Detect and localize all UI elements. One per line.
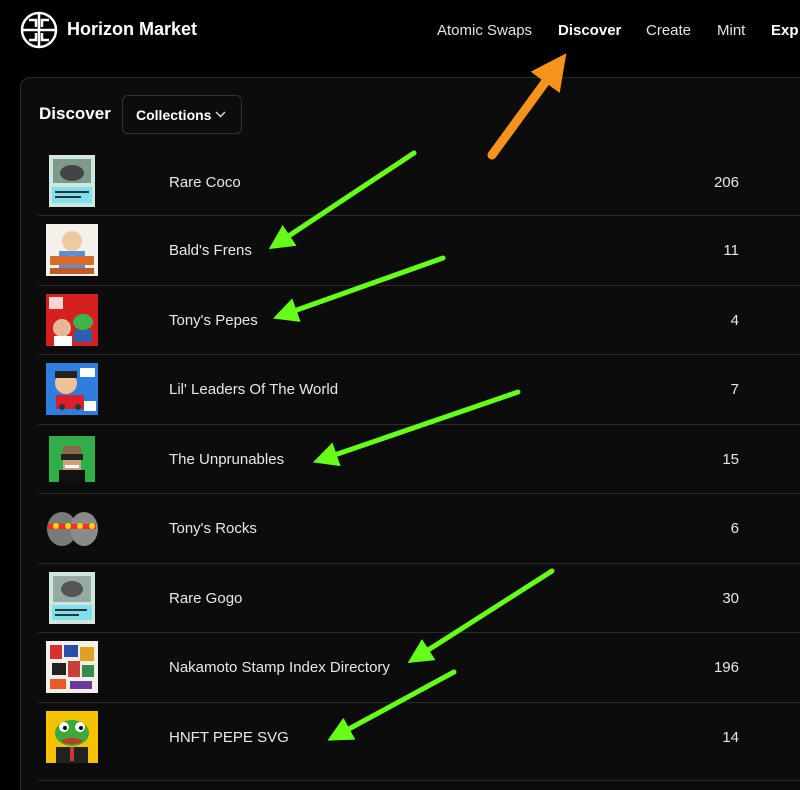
collection-count: 15 [722,450,739,468]
collection-thumbnail[interactable] [46,710,98,763]
collection-thumbnail[interactable] [46,293,98,346]
collection-name[interactable]: Rare Coco [169,174,241,191]
collection-count: 206 [713,174,739,191]
collection-row[interactable]: Lil' Leaders Of The World 7 [38,355,800,425]
collection-row[interactable]: Rare Coco 206 [38,148,800,216]
collection-name[interactable]: Lil' Leaders Of The World [169,381,338,398]
collection-row[interactable]: Bald's Frens 11 [38,216,800,286]
collection-count: 11 [723,242,739,259]
collection-count: 6 [730,520,739,537]
collection-name[interactable]: Bald's Frens [169,242,252,259]
collection-count: 7 [730,381,739,398]
collection-thumbnail[interactable] [46,641,98,693]
horizon-market-logo-icon[interactable] [20,11,58,49]
collection-thumbnail[interactable] [46,363,98,415]
collection-count: 14 [722,728,739,746]
collection-count: 196 [713,659,739,676]
collection-name[interactable]: Nakamoto Stamp Index Directory [169,659,390,676]
panel-title: Discover [39,104,111,123]
collection-thumbnail[interactable] [49,435,95,482]
brand-name[interactable]: Horizon Market [67,19,197,40]
collection-name[interactable]: The Unprunables [169,451,284,468]
collection-row[interactable]: Nakamoto Stamp Index Directory 196 [38,633,800,703]
collection-row[interactable]: HNFT PEPE SVG 14 [38,703,800,781]
collection-thumbnail[interactable] [49,155,95,207]
collection-name[interactable]: HNFT PEPE SVG [169,729,289,746]
nav-mint[interactable]: Mint [717,22,745,39]
nav-explore[interactable]: Exp [771,22,799,39]
collection-name[interactable]: Rare Gogo [169,590,242,607]
collections-dropdown[interactable]: Collections [122,95,242,134]
collection-row[interactable]: Tony's Rocks 6 [38,494,800,564]
nav-atomic-swaps[interactable]: Atomic Swaps [437,22,532,39]
collection-row[interactable]: The Unprunables 15 [38,425,800,494]
collection-row[interactable]: Tony's Pepes 4 [38,286,800,355]
collection-count: 4 [730,311,739,329]
collections-list: Rare Coco 206 Bald's Frens 11 Tony's Pep… [38,148,800,781]
collection-row[interactable]: Rare Gogo 30 [38,564,800,633]
nav-discover[interactable]: Discover [558,22,621,39]
top-navigation-bar: Horizon Market Atomic Swaps Discover Cre… [0,0,800,62]
collection-thumbnail[interactable] [46,224,98,276]
chevron-down-icon [215,111,226,118]
dropdown-selected-value: Collections [136,107,212,123]
collection-thumbnail[interactable] [49,571,95,624]
collection-name[interactable]: Tony's Pepes [169,312,258,329]
collection-count: 30 [722,589,739,607]
collection-name[interactable]: Tony's Rocks [169,520,257,537]
nav-create[interactable]: Create [646,22,691,39]
collection-thumbnail[interactable] [46,502,98,554]
